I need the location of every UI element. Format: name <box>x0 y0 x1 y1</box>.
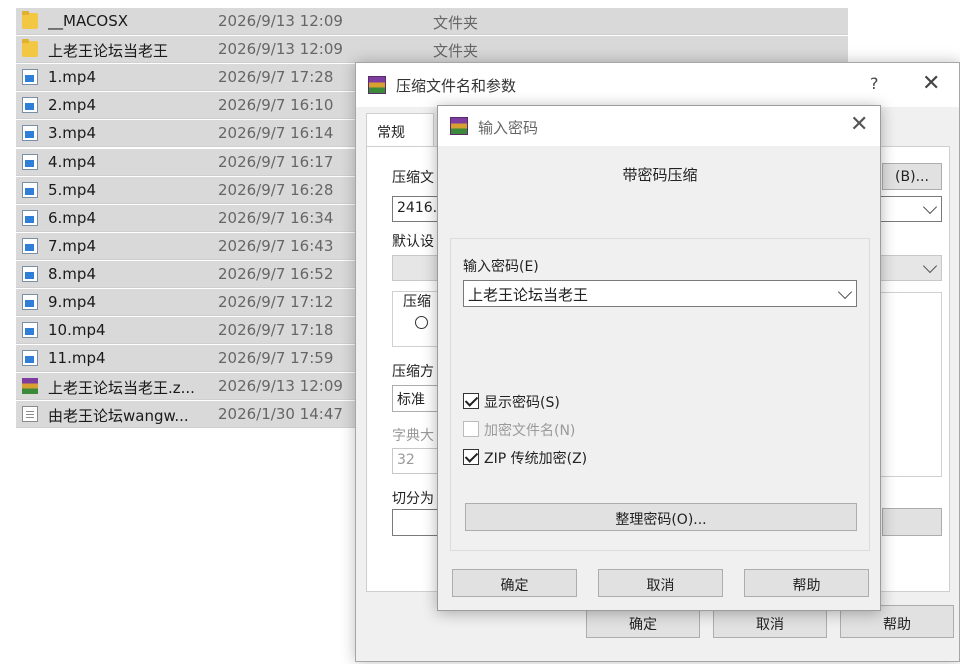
password-dialog: 输入密码 ✕ 带密码压缩 输入密码(E) 上老王论坛当老王 显示密码(S) 加密… <box>437 105 881 611</box>
file-name: 由老王论坛wangw... <box>48 407 189 426</box>
file-name: __MACOSX <box>48 12 129 30</box>
file-type: 文件夹 <box>433 42 479 61</box>
password-group: 输入密码(E) 上老王论坛当老王 显示密码(S) 加密文件名(N) ZIP 传统… <box>450 238 870 551</box>
file-date: 2026/1/30 14:47 <box>218 405 343 424</box>
password-input[interactable]: 上老王论坛当老王 <box>463 280 857 307</box>
chevron-down-icon <box>837 284 853 300</box>
file-date: 2026/9/13 12:09 <box>218 40 343 59</box>
video-file-icon <box>22 294 38 310</box>
folder-icon <box>22 11 38 29</box>
browse-button-label: (B)... <box>895 169 929 185</box>
password-ok-label: 确定 <box>500 578 529 594</box>
file-name: 3.mp4 <box>48 124 96 143</box>
tab-general[interactable]: 常规 <box>366 113 434 147</box>
split-volume-label: 切分为 <box>392 491 434 507</box>
file-date: 2026/9/7 16:14 <box>218 124 334 143</box>
video-file-icon <box>22 237 38 254</box>
password-dialog-titlebar: 输入密码 ✕ <box>438 106 880 146</box>
tab-general-label: 常规 <box>377 125 405 141</box>
file-date: 2026/9/7 16:43 <box>218 236 334 255</box>
video-file-icon <box>22 125 38 142</box>
file-row[interactable]: __MACOSX 2026/9/13 12:09 文件夹 <box>16 8 848 35</box>
file-name: 6.mp4 <box>48 208 96 227</box>
password-dialog-heading: 带密码压缩 <box>622 166 698 184</box>
chevron-down-icon <box>922 258 938 274</box>
password-ok-button[interactable]: 确定 <box>452 569 577 597</box>
zip-legacy-encryption-checkbox[interactable] <box>463 449 479 465</box>
dictionary-size-label: 字典大 <box>392 428 434 444</box>
archive-dialog-titlebar: 压缩文件名和参数 ? ✕ <box>356 63 959 107</box>
password-help-button[interactable]: 帮助 <box>744 569 869 597</box>
archive-format-label: 压缩 <box>403 294 431 310</box>
video-file-icon <box>22 265 38 282</box>
file-date: 2026/9/13 12:09 <box>218 377 343 396</box>
file-date: 2026/9/7 17:18 <box>218 321 334 340</box>
close-icon[interactable]: ✕ <box>850 112 868 137</box>
password-cancel-button[interactable]: 取消 <box>598 569 723 597</box>
file-date: 2026/9/7 16:52 <box>218 264 334 283</box>
winrar-icon <box>368 76 386 94</box>
close-icon[interactable]: ✕ <box>922 71 940 96</box>
file-name: 9.mp4 <box>48 293 96 311</box>
file-date: 2026/9/7 16:34 <box>218 208 334 227</box>
password-value: 上老王论坛当老王 <box>468 286 589 304</box>
password-dialog-title: 输入密码 <box>478 119 539 137</box>
compression-method-label: 压缩方 <box>392 364 434 380</box>
show-password-label: 显示密码(S) <box>484 395 560 411</box>
file-name: 上老王论坛当老王 <box>48 42 169 61</box>
file-date: 2026/9/7 16:10 <box>218 96 334 115</box>
organize-passwords-button[interactable]: 整理密码(O)... <box>465 503 857 531</box>
video-file-icon <box>22 153 38 170</box>
file-date: 2026/9/7 17:12 <box>218 293 334 311</box>
encrypt-filenames-checkbox[interactable] <box>463 421 479 437</box>
organize-passwords-label: 整理密码(O)... <box>615 512 707 528</box>
browse-button[interactable]: (B)... <box>882 163 942 190</box>
encrypt-filenames-label: 加密文件名(N) <box>484 423 576 439</box>
password-label: 输入密码(E) <box>463 259 539 275</box>
file-date: 2026/9/7 16:28 <box>218 180 334 199</box>
format-radio[interactable] <box>415 316 428 329</box>
video-file-icon <box>22 97 38 114</box>
video-file-icon <box>22 322 38 339</box>
video-file-icon <box>22 181 38 198</box>
file-name: 7.mp4 <box>48 236 96 255</box>
video-file-icon <box>22 350 38 367</box>
file-name: 1.mp4 <box>48 68 96 87</box>
password-help-label: 帮助 <box>792 578 821 594</box>
file-date: 2026/9/7 17:28 <box>218 68 334 87</box>
file-date: 2026/9/13 12:09 <box>218 12 343 30</box>
file-name: 10.mp4 <box>48 321 106 340</box>
file-name: 2.mp4 <box>48 96 96 115</box>
archive-dialog-title: 压缩文件名和参数 <box>396 77 517 95</box>
file-name: 11.mp4 <box>48 349 106 368</box>
file-name: 上老王论坛当老王.z... <box>48 379 195 398</box>
video-file-icon <box>22 69 38 86</box>
chevron-down-icon <box>922 199 938 215</box>
file-name: 5.mp4 <box>48 180 96 199</box>
show-password-checkbox[interactable] <box>463 393 479 409</box>
zip-legacy-encryption-label: ZIP 传统加密(Z) <box>484 451 588 467</box>
set-password-button[interactable] <box>882 508 942 536</box>
default-profile-label: 默认设 <box>392 234 434 250</box>
winrar-icon <box>450 117 468 135</box>
file-type: 文件夹 <box>433 14 479 32</box>
file-row[interactable]: 上老王论坛当老王 2026/9/13 12:09 文件夹 <box>16 36 848 64</box>
ok-button-label: 确定 <box>629 617 657 633</box>
cancel-button-label: 取消 <box>756 617 784 633</box>
file-date: 2026/9/7 16:17 <box>218 152 334 171</box>
compression-method-value: 标准 <box>397 392 425 408</box>
winrar-archive-icon <box>22 378 38 395</box>
file-name: 4.mp4 <box>48 152 96 171</box>
folder-icon <box>22 39 38 58</box>
archive-name-label: 压缩文 <box>392 170 434 186</box>
help-icon[interactable]: ? <box>870 74 879 93</box>
text-file-icon <box>22 406 38 423</box>
dictionary-size-value: 32 <box>397 452 415 468</box>
file-name: 8.mp4 <box>48 264 96 283</box>
file-date: 2026/9/7 17:59 <box>218 349 334 368</box>
video-file-icon <box>22 209 38 226</box>
help-button-label: 帮助 <box>883 617 911 633</box>
password-cancel-label: 取消 <box>646 578 675 594</box>
